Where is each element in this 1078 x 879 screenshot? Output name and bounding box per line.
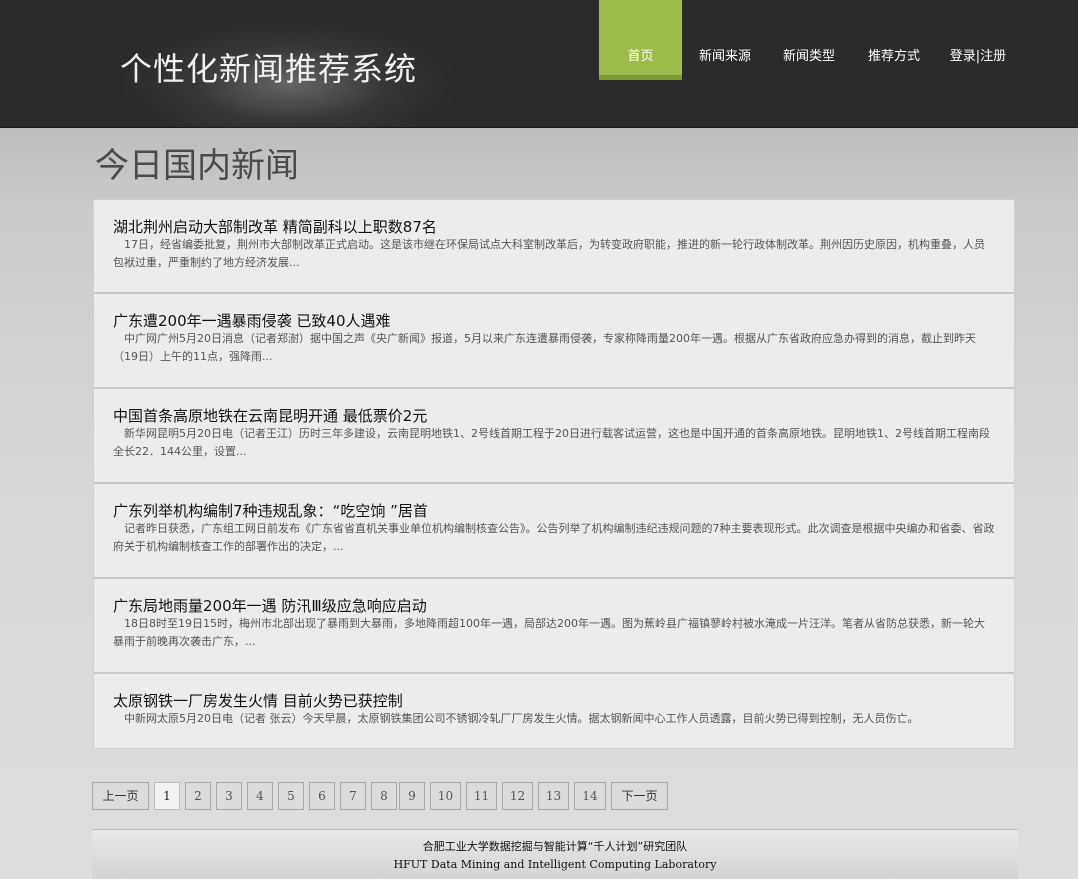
- page-button-6[interactable]: 6: [309, 782, 335, 810]
- news-summary: 新华网昆明5月20日电（记者王江）历时三年多建设，云南昆明地铁1、2号线首期工程…: [113, 427, 990, 458]
- header: 个性化新闻推荐系统 首页 新闻来源 新闻类型 推荐方式 登录|注册: [0, 0, 1078, 128]
- news-item: 中国首条高原地铁在云南昆明开通 最低票价2元 新华网昆明5月20日电（记者王江）…: [94, 389, 1014, 484]
- news-summary: 中新网太原5月20日电（记者 张云）今天早晨，太原钢铁集团公司不锈钢冷轧厂厂房发…: [124, 712, 919, 725]
- nav-news-type[interactable]: 新闻类型: [768, 0, 850, 80]
- news-list: 湖北荆州启动大部制改革 精简副科以上职数87名 17日，经省编委批复，荆州市大部…: [93, 199, 1015, 749]
- news-summary: 中广网广州5月20日消息（记者郑澍）据中国之声《央广新闻》报道，5月以来广东连遭…: [113, 332, 976, 363]
- footer-org-cn: 合肥工业大学数据挖掘与智能计算“千人计划”研究团队: [422, 840, 688, 853]
- news-summary: 18日8时至19日15时，梅州市北部出现了暴雨到大暴雨，多地降雨超100年一遇，…: [113, 617, 985, 648]
- page-button-14[interactable]: 14: [574, 782, 606, 810]
- page-button-2[interactable]: 2: [185, 782, 211, 810]
- page-button-8[interactable]: 8: [371, 782, 397, 810]
- page-button-10[interactable]: 10: [430, 782, 461, 810]
- nav-news-source[interactable]: 新闻来源: [684, 0, 766, 80]
- prev-page-button[interactable]: 上一页: [92, 782, 149, 810]
- page-button-4[interactable]: 4: [247, 782, 273, 810]
- page-button-11[interactable]: 11: [466, 782, 497, 810]
- section-title: 今日国内新闻: [95, 146, 299, 186]
- page-button-5[interactable]: 5: [278, 782, 304, 810]
- footer-org-en: HFUT Data Mining and Intelligent Computi…: [393, 858, 717, 871]
- page-button-12[interactable]: 12: [502, 782, 533, 810]
- footer: 合肥工业大学数据挖掘与智能计算“千人计划”研究团队 HFUT Data Mini…: [92, 829, 1018, 879]
- news-title[interactable]: 太原钢铁一厂房发生火情 目前火势已获控制: [113, 690, 403, 711]
- page-button-3[interactable]: 3: [216, 782, 242, 810]
- news-title[interactable]: 广东局地雨量200年一遇 防汛Ⅲ级应急响应启动: [113, 595, 427, 616]
- page-button-1[interactable]: 1: [154, 782, 180, 810]
- news-summary: 17日，经省编委批复，荆州市大部制改革正式启动。这是该市继在环保局试点大科室制改…: [113, 238, 985, 269]
- news-item: 广东列举机构编制7种违规乱象：“吃空饷 ”居首 记者昨日获悉，广东组工网日前发布…: [94, 484, 1014, 579]
- news-title[interactable]: 湖北荆州启动大部制改革 精简副科以上职数87名: [113, 216, 437, 237]
- news-title[interactable]: 广东列举机构编制7种违规乱象：“吃空饷 ”居首: [113, 500, 428, 521]
- next-page-button[interactable]: 下一页: [611, 782, 668, 810]
- news-item: 广东局地雨量200年一遇 防汛Ⅲ级应急响应启动 18日8时至19日15时，梅州市…: [94, 579, 1014, 674]
- news-title[interactable]: 中国首条高原地铁在云南昆明开通 最低票价2元: [113, 405, 427, 426]
- news-item: 太原钢铁一厂房发生火情 目前火势已获控制 中新网太原5月20日电（记者 张云）今…: [94, 674, 1014, 748]
- nav-home[interactable]: 首页: [599, 0, 682, 80]
- news-item: 广东遭200年一遇暴雨侵袭 已致40人遇难 中广网广州5月20日消息（记者郑澍）…: [94, 294, 1014, 389]
- page-button-9[interactable]: 9: [399, 782, 425, 810]
- site-title[interactable]: 个性化新闻推荐系统: [120, 44, 417, 90]
- news-item: 湖北荆州启动大部制改革 精简副科以上职数87名 17日，经省编委批复，荆州市大部…: [94, 200, 1014, 294]
- news-summary: 记者昨日获悉，广东组工网日前发布《广东省省直机关事业单位机构编制核查公告》。公告…: [113, 522, 995, 553]
- nav-login-register[interactable]: 登录|注册: [938, 0, 1018, 80]
- page-button-13[interactable]: 13: [538, 782, 569, 810]
- news-title[interactable]: 广东遭200年一遇暴雨侵袭 已致40人遇难: [113, 310, 391, 331]
- page-button-7[interactable]: 7: [340, 782, 366, 810]
- nav-recommend-mode[interactable]: 推荐方式: [852, 0, 936, 80]
